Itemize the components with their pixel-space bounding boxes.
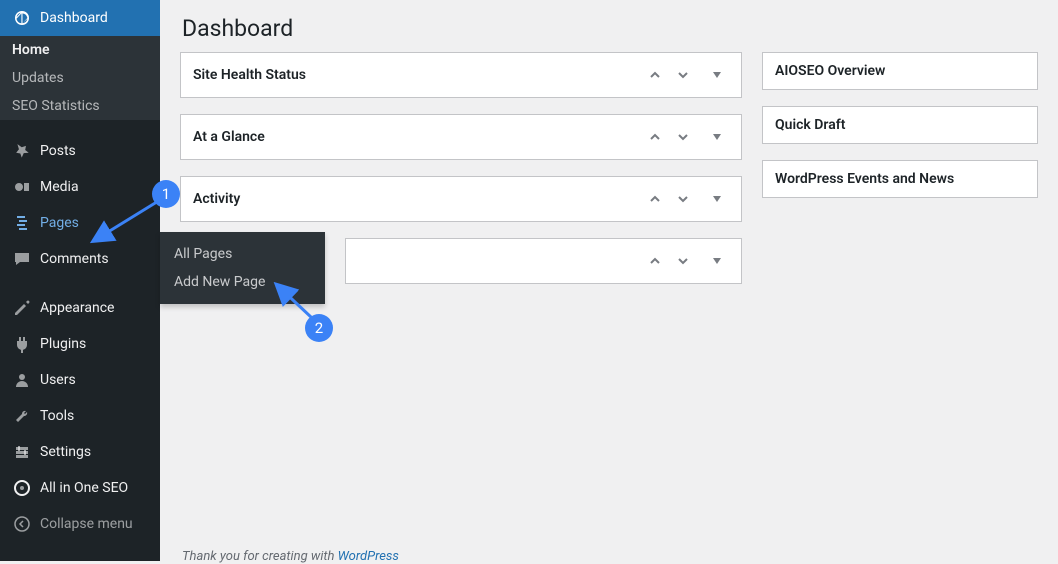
pages-icon	[12, 213, 32, 233]
sidebar-item-posts[interactable]: Posts	[0, 133, 160, 169]
box-header[interactable]: Quick Draft	[763, 107, 1037, 143]
hidden-box	[345, 238, 742, 284]
at-a-glance-box: At a Glance	[180, 114, 742, 160]
media-icon	[12, 177, 32, 197]
box-title: AIOSEO Overview	[775, 63, 885, 79]
box-controls	[643, 187, 729, 211]
box-header[interactable]	[346, 239, 741, 283]
sidebar-item-tools[interactable]: Tools	[0, 398, 160, 434]
pin-icon	[12, 141, 32, 161]
toggle-caret-icon[interactable]	[705, 249, 729, 273]
aioseo-overview-box: AIOSEO Overview	[762, 52, 1038, 90]
sidebar-item-dashboard[interactable]: Dashboard	[0, 0, 160, 36]
sidebar-sub-updates[interactable]: Updates	[0, 64, 160, 92]
sidebar-label: Posts	[40, 143, 76, 159]
move-up-icon[interactable]	[643, 187, 667, 211]
sidebar-label: Media	[40, 179, 79, 195]
settings-icon	[12, 442, 32, 462]
move-down-icon[interactable]	[671, 187, 695, 211]
page-title: Dashboard	[180, 0, 1038, 52]
move-up-icon[interactable]	[643, 125, 667, 149]
footer-prefix: Thank you for creating with	[182, 549, 338, 564]
move-down-icon[interactable]	[671, 125, 695, 149]
sidebar-label: Settings	[40, 444, 91, 460]
box-controls	[643, 63, 729, 87]
aioseo-icon	[12, 478, 32, 498]
box-header[interactable]: WordPress Events and News	[763, 161, 1037, 197]
box-header[interactable]: AIOSEO Overview	[763, 53, 1037, 89]
sidebar-label: Plugins	[40, 336, 86, 352]
flyout-all-pages[interactable]: All Pages	[160, 240, 325, 268]
footer-wordpress-link[interactable]: WordPress	[338, 549, 399, 564]
sidebar-sub-seo-stats[interactable]: SEO Statistics	[0, 92, 160, 120]
sidebar-item-collapse[interactable]: Collapse menu	[0, 506, 160, 542]
box-title: At a Glance	[193, 129, 265, 145]
sidebar-item-users[interactable]: Users	[0, 362, 160, 398]
move-down-icon[interactable]	[671, 249, 695, 273]
move-down-icon[interactable]	[671, 63, 695, 87]
admin-sidebar: Dashboard Home Updates SEO Statistics Po…	[0, 0, 160, 561]
sidebar-label: Tools	[40, 408, 74, 424]
sidebar-item-aioseo[interactable]: All in One SEO	[0, 470, 160, 506]
comments-icon	[12, 249, 32, 269]
toggle-caret-icon[interactable]	[705, 187, 729, 211]
plugins-icon	[12, 334, 32, 354]
tools-icon	[12, 406, 32, 426]
toggle-caret-icon[interactable]	[705, 63, 729, 87]
sidebar-label: Users	[40, 372, 76, 388]
activity-box: Activity	[180, 176, 742, 222]
sidebar-label: Collapse menu	[40, 516, 133, 532]
box-header[interactable]: Activity	[181, 177, 741, 221]
users-icon	[12, 370, 32, 390]
sidebar-item-plugins[interactable]: Plugins	[0, 326, 160, 362]
sidebar-item-appearance[interactable]: Appearance	[0, 290, 160, 326]
sidebar-item-settings[interactable]: Settings	[0, 434, 160, 470]
box-title: Quick Draft	[775, 117, 845, 133]
box-controls	[643, 125, 729, 149]
box-header[interactable]: At a Glance	[181, 115, 741, 159]
box-header[interactable]: Site Health Status	[181, 53, 741, 97]
box-title: Site Health Status	[193, 67, 306, 83]
collapse-icon	[12, 514, 32, 534]
events-news-box: WordPress Events and News	[762, 160, 1038, 198]
sidebar-label: Comments	[40, 251, 109, 267]
quick-draft-box: Quick Draft	[762, 106, 1038, 144]
annotation-marker-2: 2	[305, 314, 333, 342]
dashboard-right-column: AIOSEO Overview Quick Draft WordPress Ev…	[762, 52, 1038, 300]
dashboard-icon	[12, 8, 32, 28]
toggle-caret-icon[interactable]	[705, 125, 729, 149]
sidebar-dashboard-submenu: Home Updates SEO Statistics	[0, 36, 160, 120]
appearance-icon	[12, 298, 32, 318]
sidebar-label: All in One SEO	[40, 480, 128, 496]
site-health-box: Site Health Status	[180, 52, 742, 98]
sidebar-label: Dashboard	[40, 10, 108, 26]
box-controls	[643, 249, 729, 273]
footer-credit: Thank you for creating with WordPress	[182, 549, 399, 564]
box-title: WordPress Events and News	[775, 171, 954, 187]
sidebar-sub-home[interactable]: Home	[0, 36, 160, 64]
box-title: Activity	[193, 191, 240, 207]
move-up-icon[interactable]	[643, 63, 667, 87]
move-up-icon[interactable]	[643, 249, 667, 273]
annotation-marker-1: 1	[152, 180, 180, 208]
sidebar-label: Appearance	[40, 300, 114, 316]
sidebar-label: Pages	[40, 215, 79, 231]
